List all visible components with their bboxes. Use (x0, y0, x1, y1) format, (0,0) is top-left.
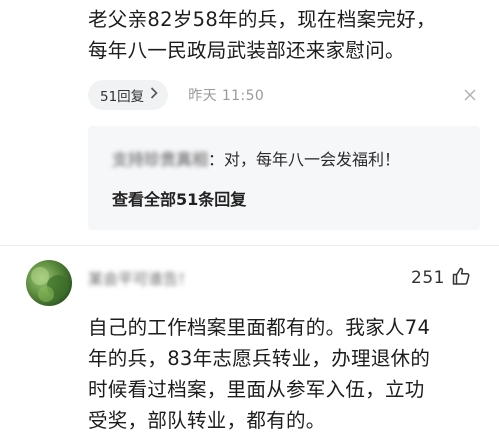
avatar[interactable] (26, 260, 72, 306)
thumbs-up-icon (451, 266, 471, 290)
timestamp: 昨天 11:50 (188, 88, 265, 104)
reply-preview-line: 支持珍贵真相：对，每年八一会发福利！ (112, 148, 400, 172)
comment-text-line: 年的兵，83年志愿兵转业，办理退休的 (88, 347, 431, 370)
chevron-right-icon (150, 87, 158, 103)
divider (0, 245, 499, 246)
view-replies-button[interactable]: 51回复 (88, 80, 169, 110)
close-icon[interactable] (461, 86, 479, 104)
like-button[interactable]: 251 (411, 266, 471, 290)
comment-meta-row: 51回复 昨天 11:50 (88, 80, 479, 110)
comment-text: 老父亲82岁58年的兵，现在档案完好， 每年八一民政局武装部还来家慰问。 (88, 4, 488, 66)
comment-text: 自己的工作档案里面都有的。我家人74 年的兵，83年志愿兵转业，办理退休的 时候… (88, 312, 488, 436)
see-all-replies-link[interactable]: 查看全部51条回复 (112, 186, 246, 210)
comment-text-line: 自己的工作档案里面都有的。我家人74 (88, 316, 431, 339)
like-count: 251 (411, 268, 445, 288)
reply-author-name[interactable]: 支持珍贵真相 (112, 148, 208, 172)
comment-text-line: 时候看过档案，里面从参军入伍，立功 (88, 378, 425, 401)
comment-text-line: 受奖，部队转业，都有的。 (88, 409, 326, 432)
reply-count-label: 51回复 (100, 89, 145, 105)
comment-text-line: 每年八一民政局武装部还来家慰问。 (88, 39, 405, 62)
reply-preview-text: ：对，每年八一会发福利！ (208, 150, 401, 169)
comment-text-line: 老父亲82岁58年的兵，现在档案完好， (88, 8, 436, 31)
reply-preview-box[interactable]: 支持珍贵真相：对，每年八一会发福利！ 查看全部51条回复 (88, 126, 480, 230)
comment-author-name[interactable]: 某会平可谁告！ (88, 268, 193, 289)
